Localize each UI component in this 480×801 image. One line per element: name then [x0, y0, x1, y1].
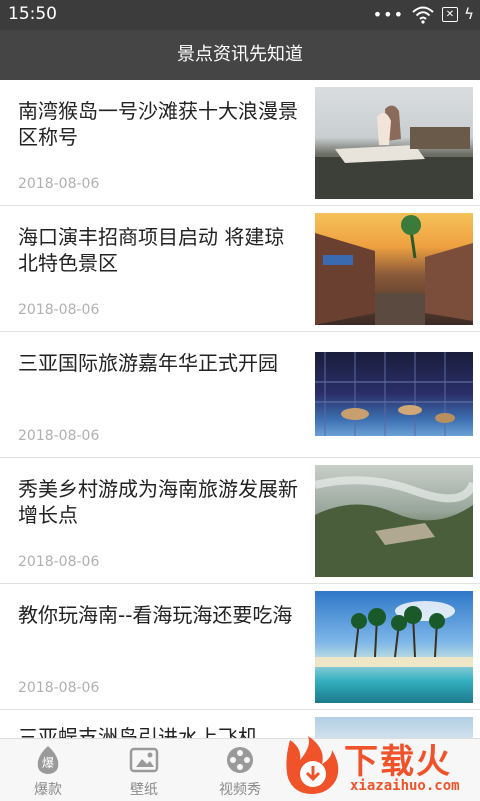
tab-video[interactable]: 视频秀 — [192, 739, 288, 801]
article-thumbnail — [315, 87, 473, 199]
article-list[interactable]: 南湾猴岛一号沙滩获十大浪漫景区称号 2018-08-06 海口演丰招商项目启动 … — [0, 80, 480, 750]
film-reel-icon — [224, 745, 256, 775]
tab-label: 视频秀 — [219, 782, 261, 798]
tab-wallpaper[interactable]: 壁纸 — [96, 739, 192, 801]
watermark-url: xiazaihuo.com — [350, 778, 460, 794]
article-date: 2018-08-06 — [18, 428, 100, 444]
watermark-text: 下载火 — [344, 742, 452, 782]
article-thumbnail — [315, 465, 473, 577]
article-date: 2018-08-06 — [18, 554, 100, 570]
list-item[interactable]: 教你玩海南--看海玩海还要吃海 2018-08-06 — [0, 584, 480, 710]
article-date: 2018-08-06 — [18, 302, 100, 318]
watermark-logo: 下载火 xiazaihuo.com — [282, 730, 480, 800]
article-title: 海口演丰招商项目启动 将建琼北特色景区 — [18, 225, 285, 275]
app-header: 景点资讯先知道 — [0, 30, 480, 80]
charging-icon: ϟ — [464, 5, 474, 23]
article-thumbnail — [315, 591, 473, 703]
tab-label: 壁纸 — [130, 782, 158, 798]
list-item[interactable]: 南湾猴岛一号沙滩获十大浪漫景区称号 2018-08-06 — [0, 80, 480, 206]
article-thumbnail — [315, 352, 473, 436]
article-title: 南湾猴岛一号沙滩获十大浪漫景区称号 — [18, 99, 298, 149]
article-title: 秀美乡村游成为海南旅游发展新增长点 — [18, 477, 298, 527]
list-item[interactable]: 三亚国际旅游嘉年华正式开园 2018-08-06 — [0, 332, 480, 458]
list-item[interactable]: 海口演丰招商项目启动 将建琼北特色景区 2018-08-06 — [0, 206, 480, 332]
article-title: 三亚国际旅游嘉年华正式开园 — [18, 351, 278, 375]
svg-text:爆: 爆 — [42, 756, 54, 770]
article-date: 2018-08-06 — [18, 176, 100, 192]
sim-card-icon: ✕ — [442, 7, 458, 22]
status-time: 15:50 — [8, 4, 57, 24]
article-title: 教你玩海南--看海玩海还要吃海 — [18, 603, 293, 627]
fire-badge-icon: 爆 — [32, 745, 64, 775]
article-date: 2018-08-06 — [18, 680, 100, 696]
tab-hot[interactable]: 爆 爆款 — [0, 739, 96, 801]
page-title: 景点资讯先知道 — [177, 44, 303, 65]
wifi-icon — [412, 6, 434, 28]
notification-dots-icon: ••• — [372, 5, 404, 24]
flame-download-icon — [282, 734, 344, 796]
wallpaper-icon — [128, 745, 160, 775]
tab-label: 爆款 — [34, 782, 62, 798]
list-item[interactable]: 秀美乡村游成为海南旅游发展新增长点 2018-08-06 — [0, 458, 480, 584]
article-thumbnail — [315, 213, 473, 325]
status-bar: 15:50 ••• ✕ ϟ — [0, 0, 480, 30]
